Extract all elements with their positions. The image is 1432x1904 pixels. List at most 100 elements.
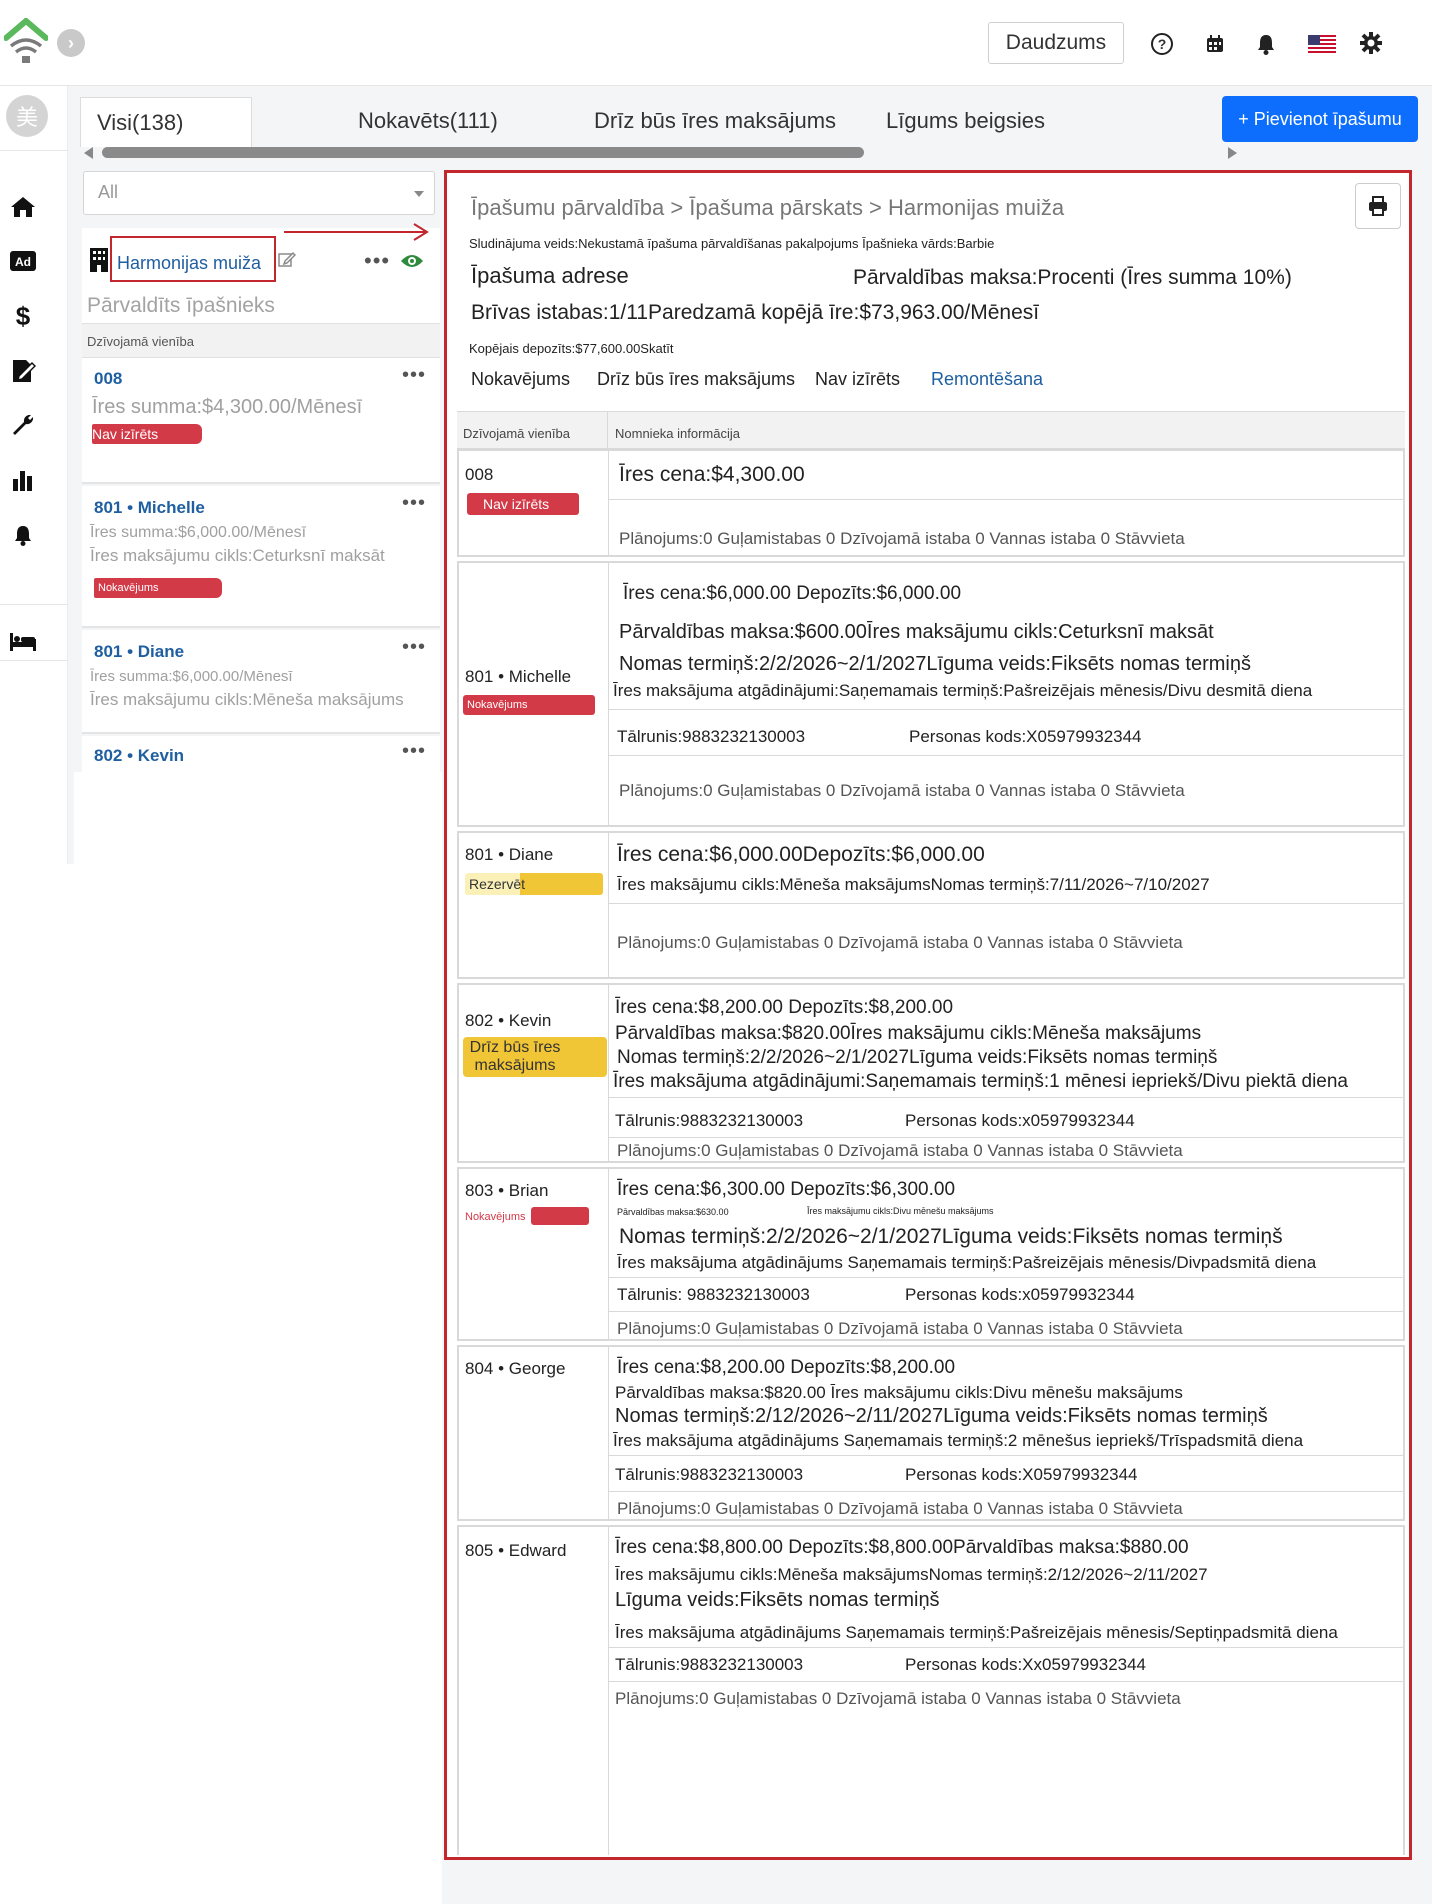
tab-all[interactable]: Visi(138) — [80, 97, 252, 147]
unit-title: 801 • Michelle — [94, 498, 205, 517]
bell-icon[interactable] — [1255, 33, 1277, 55]
unit-name: 805 • Edward — [465, 1541, 567, 1560]
property-name[interactable]: Harmonijas muiža — [117, 253, 261, 274]
print-button[interactable] — [1355, 183, 1401, 229]
bar-chart-icon[interactable] — [8, 465, 38, 495]
notification-bell-icon[interactable] — [8, 520, 38, 550]
help-icon[interactable]: ? — [1151, 33, 1173, 55]
section-header-label: Dzīvojamā vienība — [87, 334, 194, 349]
unit-row[interactable]: 801 • Michelle Nokavējums Īres cena:$6,0… — [457, 561, 1405, 827]
contract-edit-icon[interactable] — [8, 356, 38, 386]
status-badge: Nokavējums — [94, 578, 222, 598]
tenant-phone: Tālrunis:9883232130003 — [617, 727, 806, 746]
left-unit-item[interactable]: 008 ••• Īres summa:$4,300.00/Mēnesī Nav … — [82, 358, 440, 484]
filter-rent-due-soon[interactable]: Drīz būs īres maksājums — [597, 369, 795, 390]
unit-row[interactable]: 805 • Edward Īres cena:$8,800.00 Depozīt… — [457, 1525, 1405, 1855]
bed-icon[interactable] — [8, 626, 38, 656]
edit-icon[interactable] — [278, 250, 297, 268]
rent-deposit: Īres cena:$6,300.00 Depozīts:$6,300.00 — [617, 1179, 956, 1200]
status-badge-label: Nav izīrēts — [483, 496, 550, 512]
property-card[interactable]: Harmonijas muiža ••• Pārvaldīts īpašniek… — [82, 228, 440, 324]
status-badge: Rezervēt — [465, 873, 603, 895]
scroll-left-arrow-icon[interactable] — [84, 147, 93, 159]
status-badge: Nokavējums — [463, 695, 595, 715]
status-badge: Drīz būs īres maksājums — [463, 1037, 607, 1077]
tenant-personal-code: Personas kods:x05979932344 — [905, 1111, 1135, 1130]
left-unit-item[interactable]: 801 • Diane ••• Īres summa:$6,000.00/Mēn… — [82, 630, 440, 734]
unit-payment-cycle: Īres maksājumu cikls:Mēneša maksājums — [90, 690, 404, 709]
total-deposit[interactable]: Kopējais depozīts:$77,600.00Skatīt — [469, 341, 674, 356]
payment-cycle: Īres maksājumu cikls:Divu mēnešu maksāju… — [807, 1206, 994, 1216]
lease-term: Nomas termiņš:2/2/2026~2/1/2027Līguma ve… — [617, 1047, 1218, 1068]
property-filter-select[interactable]: All — [83, 171, 435, 215]
tenant-phone: Tālrunis:9883232130003 — [615, 1465, 804, 1484]
left-unit-item[interactable]: 802 • Kevin ••• — [82, 736, 440, 772]
left-unit-item[interactable]: 801 • Michelle ••• Īres summa:$6,000.00/… — [82, 486, 440, 628]
expand-sidebar-button[interactable]: › — [57, 29, 85, 57]
eye-icon[interactable] — [400, 252, 424, 270]
chevron-right-icon: › — [68, 33, 74, 53]
more-options-icon[interactable]: ••• — [364, 248, 390, 274]
tenant-personal-code: Personas kods:X05979932344 — [909, 727, 1142, 746]
scroll-right-arrow-icon[interactable] — [1228, 147, 1237, 159]
more-options-icon[interactable]: ••• — [402, 636, 426, 659]
add-property-button[interactable]: + Pievienot īpašumu — [1222, 96, 1418, 142]
filter-overdue[interactable]: Nokavējums — [471, 369, 570, 390]
more-options-icon[interactable]: ••• — [402, 364, 426, 387]
tab-scrollbar[interactable] — [82, 146, 1237, 160]
unit-row[interactable]: 008 Nav izīrēts Īres cena:$4,300.00 Plān… — [457, 449, 1405, 557]
rent-deposit-fee: Īres cena:$8,800.00 Depozīts:$8,800.00Pā… — [615, 1537, 1189, 1558]
management-fee-cycle: Pārvaldības maksa:$600.00Īres maksājumu … — [619, 621, 1214, 643]
tab-overdue[interactable]: Nokavēts(111) — [358, 96, 498, 146]
tenant-phone: Tālrunis: 9883232130003 — [617, 1285, 810, 1304]
unit-row[interactable]: 803 • Brian Nokavējums Īres cena:$6,300.… — [457, 1167, 1405, 1341]
layout-info: Plānojums:0 Guļamistabas 0 Dzīvojamā ist… — [619, 529, 1185, 548]
wrench-icon[interactable] — [8, 410, 38, 440]
unit-row[interactable]: 801 • Diane Rezervēt Īres cena:$6,000.00… — [457, 831, 1405, 979]
rent-deposit: Īres cena:$8,200.00 Depozīts:$8,200.00 — [617, 1357, 956, 1378]
quantity-button[interactable]: Daudzums — [988, 22, 1124, 64]
lease-term: Nomas termiņš:2/2/2026~2/1/2027Līguma ve… — [619, 1225, 1283, 1248]
listing-info: Sludinājuma veids:Nekustamā īpašuma pārv… — [469, 236, 995, 251]
layout-info: Plānojums:0 Guļamistabas 0 Dzīvojamā ist… — [619, 781, 1185, 800]
unit-payment-cycle: Īres maksājumu cikls:Ceturksnī maksāt — [90, 546, 385, 565]
building-icon — [90, 248, 108, 272]
ad-icon[interactable]: Ad — [8, 246, 38, 276]
us-flag-icon[interactable] — [1308, 35, 1336, 53]
sidebar: 美 Ad $ — [0, 86, 68, 864]
status-badge-label: Drīz būs īres maksājums — [469, 1039, 561, 1074]
rent-deposit: Īres cena:$6,000.00 Depozīts:$6,000.00 — [623, 583, 962, 604]
scrollbar-thumb[interactable] — [102, 147, 864, 158]
unit-title: 802 • Kevin — [94, 746, 185, 765]
home-icon[interactable] — [8, 192, 38, 222]
caret-down-icon — [414, 191, 424, 197]
payment-cycle-lease-term: Īres maksājumu cikls:Mēneša maksājumsNom… — [617, 875, 1210, 894]
dollar-icon[interactable]: $ — [8, 301, 38, 331]
avatar[interactable]: 美 — [6, 95, 48, 137]
tenant-phone: Tālrunis:9883232130003 — [615, 1655, 804, 1674]
filter-value: All — [98, 182, 119, 202]
status-badge-label: Nokavējums — [98, 582, 159, 594]
more-options-icon[interactable]: ••• — [402, 740, 426, 763]
unit-row[interactable]: 802 • Kevin Drīz būs īres maksājums Īres… — [457, 983, 1405, 1163]
tenant-personal-code: Personas kods:Xx05979932344 — [905, 1655, 1147, 1674]
status-badge-label: Nokavējums — [465, 1211, 526, 1223]
breadcrumb[interactable]: Īpašumu pārvaldība > Īpašuma pārskats > … — [471, 195, 1064, 221]
section-header-units: Dzīvojamā vienība — [82, 324, 440, 358]
app-logo[interactable] — [3, 17, 49, 63]
unit-name: 801 • Michelle — [465, 667, 572, 686]
filter-renovation[interactable]: Remontēšana — [931, 369, 1043, 390]
rent-reminder: Īres maksājuma atgādinājums Saņemamais t… — [613, 1431, 1304, 1450]
rent-price: Īres cena:$4,300.00 — [619, 463, 805, 486]
calendar-icon[interactable] — [1206, 35, 1224, 53]
unit-name: 801 • Diane — [465, 845, 554, 864]
status-badge-label: Nav izīrēts — [92, 426, 159, 442]
unit-row[interactable]: 804 • George Īres cena:$8,200.00 Depozīt… — [457, 1345, 1405, 1521]
gear-icon[interactable] — [1359, 31, 1383, 55]
tab-lease-expiring[interactable]: Līgums beigsies — [886, 96, 1045, 146]
management-fee: Pārvaldības maksa:$630.00 — [617, 1207, 729, 1217]
filter-vacant[interactable]: Nav izīrēts — [815, 369, 900, 390]
more-options-icon[interactable]: ••• — [402, 492, 426, 515]
tab-rent-due-soon[interactable]: Drīz būs īres maksājums — [594, 96, 836, 146]
unit-name: 008 — [465, 465, 494, 484]
